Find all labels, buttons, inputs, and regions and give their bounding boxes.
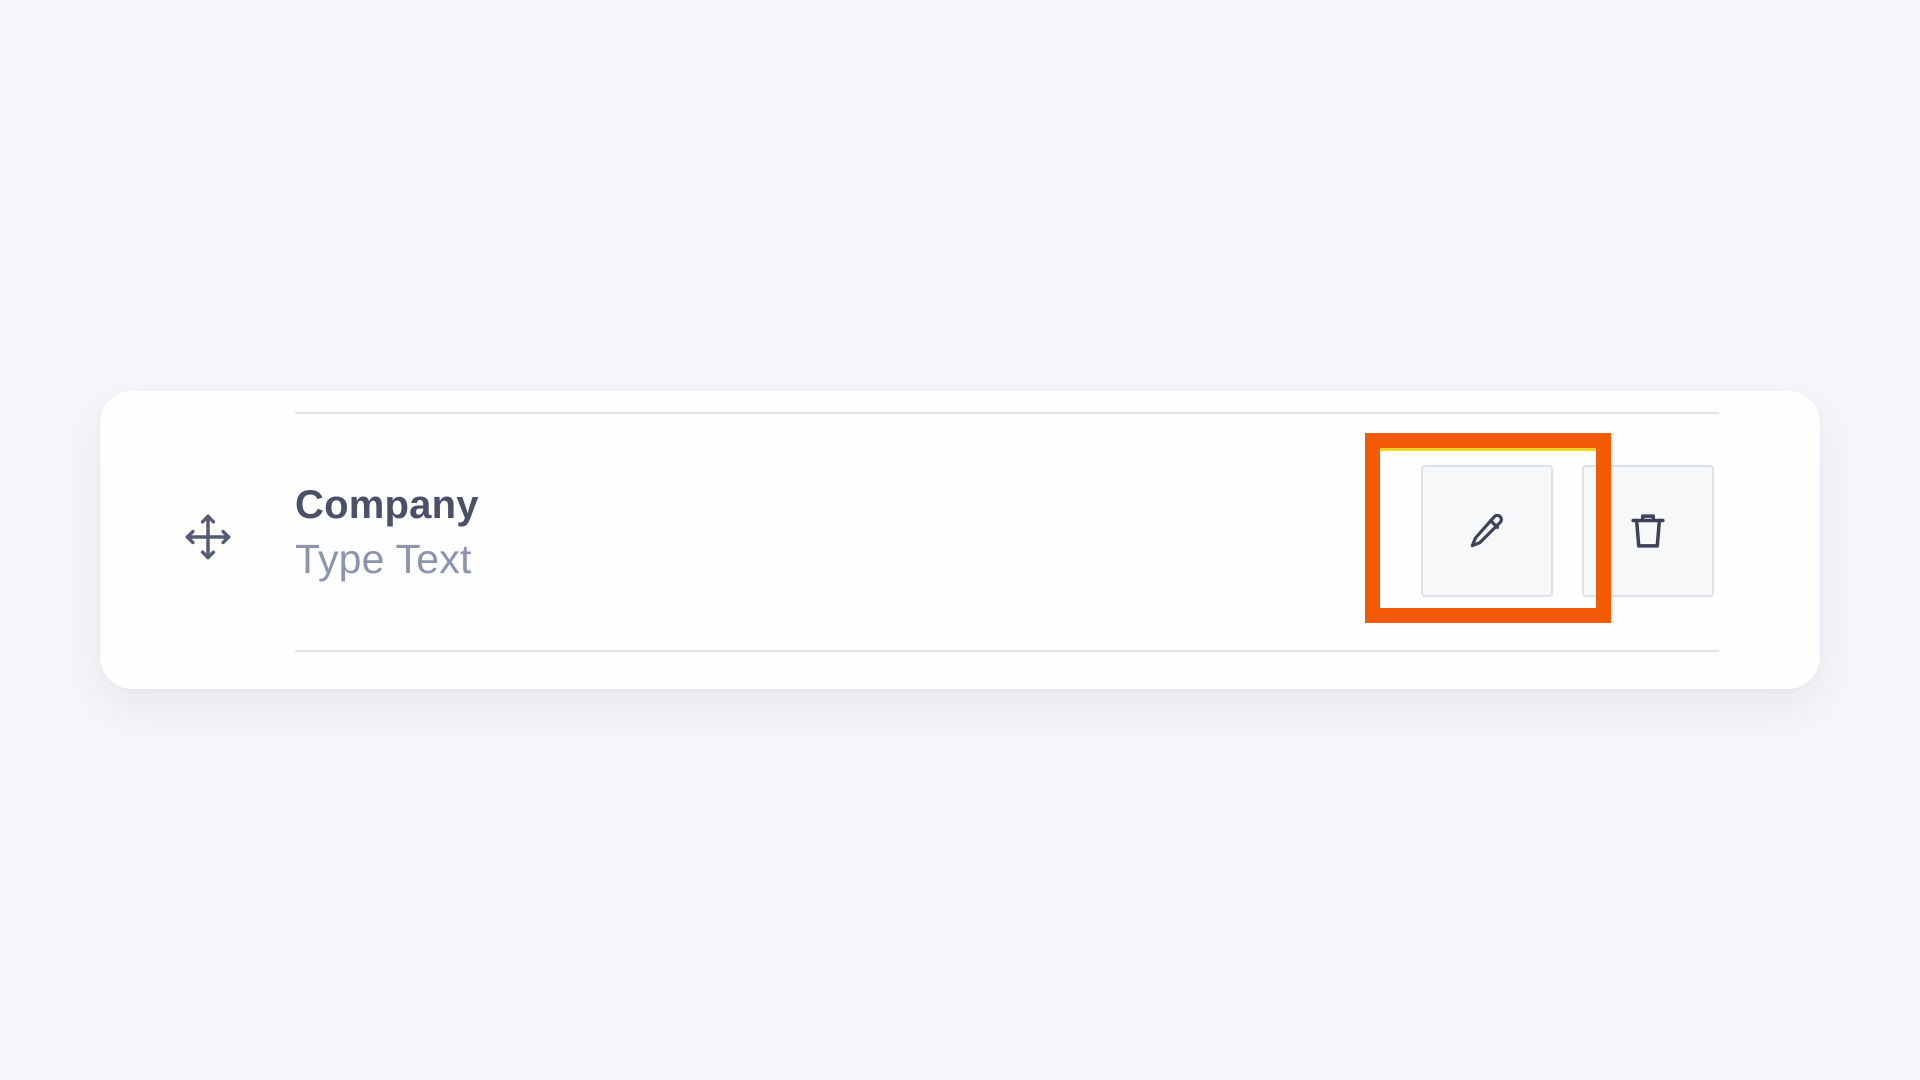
page: Company Type Text (0, 0, 1920, 1080)
bottom-divider (295, 650, 1719, 652)
top-divider (295, 412, 1719, 414)
edit-button[interactable] (1421, 465, 1553, 597)
move-arrows-icon[interactable] (180, 509, 236, 565)
field-type: Type Text (295, 536, 472, 582)
field-row: Company Type Text (100, 391, 1820, 689)
field-info: Company Type Text (295, 479, 479, 587)
trash-icon (1631, 514, 1665, 548)
pencil-icon (1470, 513, 1503, 548)
delete-button[interactable] (1582, 465, 1714, 597)
field-name: Company (295, 483, 479, 527)
